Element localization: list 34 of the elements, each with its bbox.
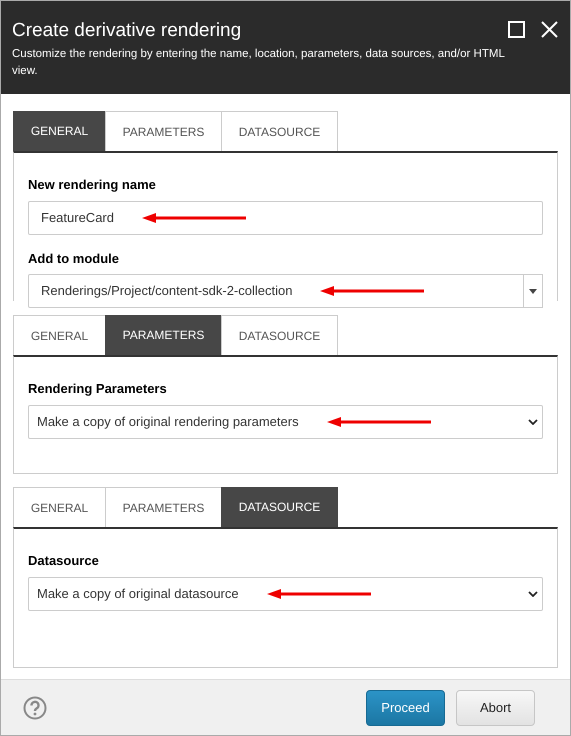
tab[interactable]: PARAMETERS — [105, 315, 222, 355]
tab[interactable]: DATASOURCE — [221, 111, 338, 151]
square-icon — [508, 21, 525, 38]
field-label: Rendering Parameters — [28, 380, 168, 398]
field-label: Datasource — [28, 552, 100, 570]
field-value: FeatureCard — [41, 208, 114, 227]
proceed-button[interactable]: Proceed — [366, 690, 445, 726]
close-button[interactable] — [541, 21, 558, 38]
chevron-down-icon — [528, 418, 538, 424]
abort-button[interactable]: Abort — [456, 690, 535, 726]
tab[interactable]: GENERAL — [13, 315, 106, 355]
tab[interactable]: PARAMETERS — [105, 111, 222, 151]
close-icon — [541, 21, 558, 38]
help-button[interactable] — [23, 696, 47, 720]
tab[interactable]: DATASOURCE — [221, 487, 338, 527]
field-value: Make a copy of original rendering parameters — [37, 412, 299, 431]
field-value: Renderings/Project/content-sdk-2-collection — [41, 282, 292, 300]
caret-icon — [529, 288, 537, 294]
field-value: Make a copy of original datasource — [37, 584, 239, 603]
dropdown-button[interactable] — [524, 274, 543, 308]
select-field[interactable]: Make a copy of original rendering parameters — [28, 404, 543, 438]
tab[interactable]: GENERAL — [13, 487, 106, 527]
field-label: Add to module — [28, 250, 120, 268]
combo-field[interactable]: Renderings/Project/content-sdk-2-collection — [28, 274, 524, 308]
window-title: Create derivative rendering — [12, 19, 242, 43]
window-subtitle: Customize the rendering by entering the name, location, parameters, data sources, and/or HTML view. — [12, 47, 506, 79]
chevron-down-icon — [528, 590, 538, 596]
tab[interactable]: GENERAL — [13, 111, 106, 151]
tab[interactable]: DATASOURCE — [221, 315, 338, 355]
help-icon — [23, 696, 47, 720]
text-field[interactable]: FeatureCard — [28, 200, 543, 234]
field-label: New rendering name — [28, 176, 157, 194]
select-field[interactable]: Make a copy of original datasource — [28, 576, 543, 610]
maximize-button[interactable] — [508, 21, 525, 38]
